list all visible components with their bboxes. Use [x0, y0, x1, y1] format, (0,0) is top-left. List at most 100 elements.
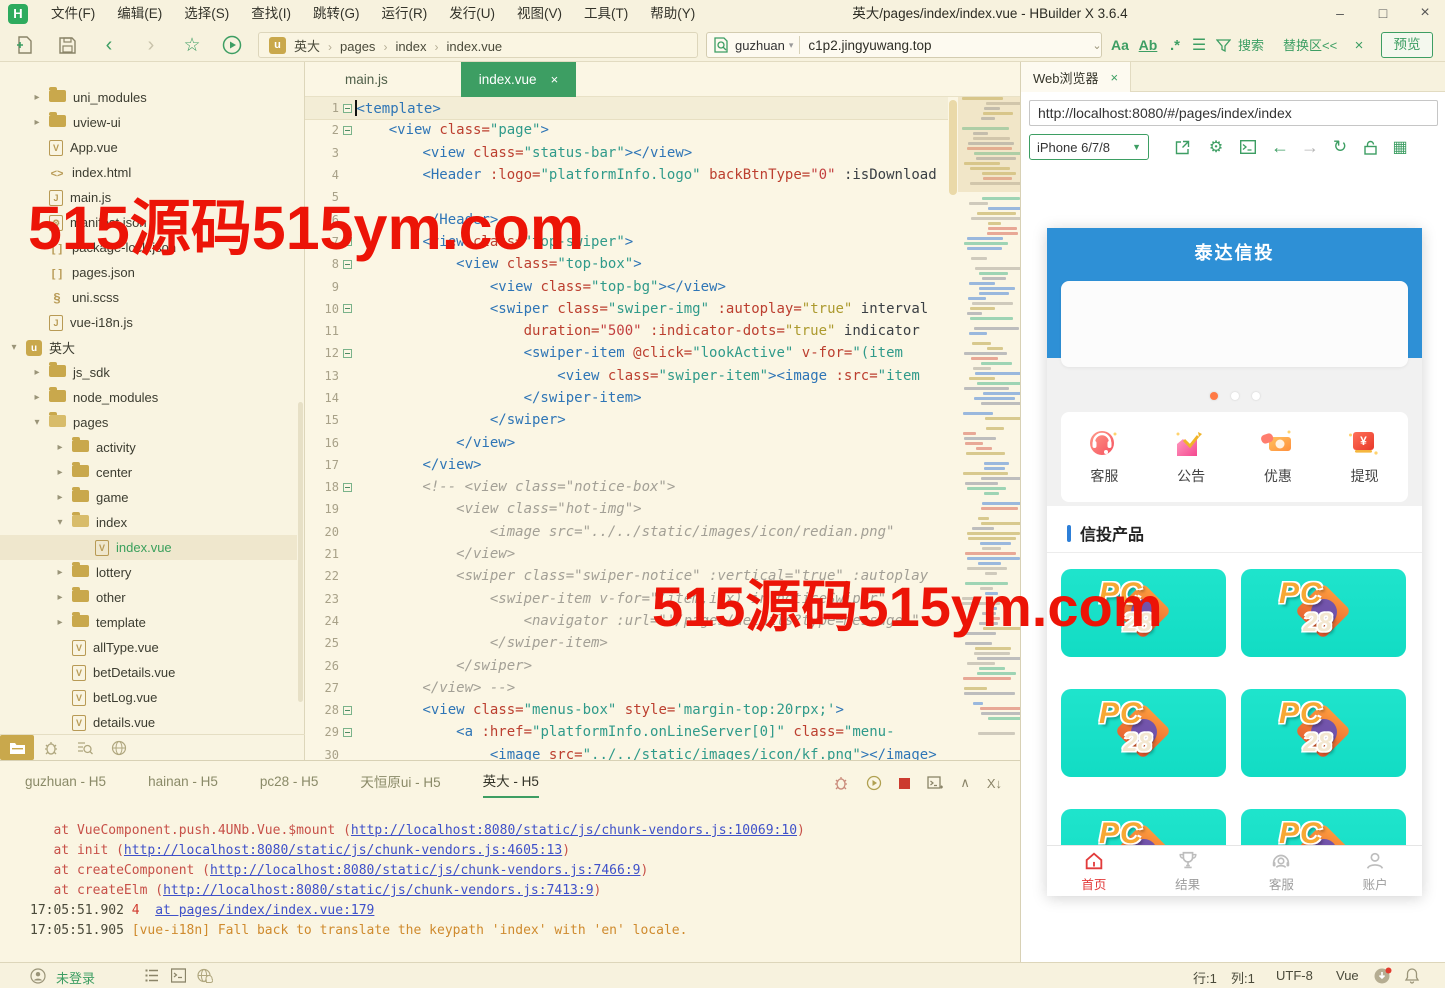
menu-item[interactable]: 跳转(G) [302, 0, 371, 28]
swiper-dot[interactable] [1231, 392, 1239, 400]
fold-icon[interactable] [339, 483, 355, 492]
console-tab-hainan---H5[interactable]: hainan - H5 [148, 774, 218, 795]
menu-item[interactable]: 帮助(Y) [639, 0, 706, 28]
tab-files-icon[interactable] [0, 735, 34, 760]
settings-gear-icon[interactable]: ⚙ [1205, 136, 1227, 158]
fold-icon[interactable] [339, 304, 355, 313]
tree-expand-icon[interactable]: ▾ [54, 517, 66, 528]
code-line[interactable]: 1<template> [305, 97, 948, 119]
menu-item[interactable]: 运行(R) [371, 0, 439, 28]
code-line[interactable]: 12 <swiper-item @click="lookActive" v-fo… [305, 342, 948, 364]
app-nav-home[interactable]: 首页 [1047, 846, 1141, 896]
code-line[interactable]: 14 </swiper-item> [305, 387, 948, 409]
tree-item-betLog-vue[interactable]: VbetLog.vue [0, 685, 297, 710]
stop-icon[interactable] [899, 778, 910, 789]
favorite-star-icon[interactable]: ☆ [180, 33, 204, 57]
tree-collapse-icon[interactable]: ▸ [31, 367, 43, 378]
code-line[interactable]: 9 <view class="top-bg"></view> [305, 275, 948, 297]
user-icon[interactable] [30, 968, 46, 984]
collapse-panel-icon[interactable]: ∧ [960, 775, 970, 791]
editor-scrollbar[interactable] [948, 97, 958, 760]
code-line[interactable]: 18 <!-- <view class="notice-box"> [305, 476, 948, 498]
tree-collapse-icon[interactable]: ▸ [54, 492, 66, 503]
close-tab-icon[interactable]: × [1111, 70, 1119, 85]
menu-item[interactable]: 编辑(E) [106, 0, 173, 28]
app-nav-headset[interactable]: 客服 [1235, 846, 1329, 896]
app-menu-3[interactable]: 优惠 [1235, 412, 1322, 502]
outline-list-icon[interactable] [145, 968, 160, 983]
terminal-icon[interactable] [171, 968, 186, 983]
breadcrumb-segment[interactable]: index.vue [447, 39, 503, 54]
menu-item[interactable]: 工具(T) [573, 0, 639, 28]
code-line[interactable]: 2 <view class="page"> [305, 119, 948, 141]
breadcrumb[interactable]: u 英大›pages›index›index.vue [258, 32, 698, 58]
tree-item-details-vue[interactable]: Vdetails.vue [0, 710, 297, 735]
tree-item-allType-vue[interactable]: VallType.vue [0, 635, 297, 660]
tree-item-uni_modules[interactable]: ▸uni_modules [0, 85, 297, 110]
breadcrumb-segment[interactable]: index [395, 39, 426, 54]
code-line[interactable]: 15 </swiper> [305, 409, 948, 431]
app-nav-user[interactable]: 账户 [1328, 846, 1422, 896]
breadcrumb-segment[interactable]: pages [340, 39, 375, 54]
app-banner-swiper[interactable] [1061, 281, 1408, 367]
tree-item-uview-ui[interactable]: ▸uview-ui [0, 110, 297, 135]
tree-collapse-icon[interactable]: ▸ [54, 592, 66, 603]
fold-icon[interactable] [339, 728, 355, 737]
console-tab-pc28---H5[interactable]: pc28 - H5 [260, 774, 319, 795]
encoding[interactable]: UTF-8 [1276, 968, 1313, 983]
code-line[interactable]: 29 <a :href="platformInfo.onLineServer[0… [305, 721, 948, 743]
new-terminal-icon[interactable] [927, 775, 943, 791]
code-line[interactable]: 27 </view> --> [305, 677, 948, 699]
menu-item[interactable]: 发行(U) [438, 0, 506, 28]
tree-item-lottery[interactable]: ▸lottery [0, 560, 297, 585]
tree-item-other[interactable]: ▸other [0, 585, 297, 610]
fold-icon[interactable] [339, 349, 355, 358]
match-case-icon[interactable]: Aa [1108, 33, 1132, 57]
swiper-dot[interactable] [1252, 392, 1260, 400]
device-select[interactable]: iPhone 6/7/8 ▼ [1029, 134, 1149, 160]
web-service-icon[interactable] [197, 968, 213, 983]
menu-item[interactable]: 选择(S) [173, 0, 240, 28]
breadcrumb-segment[interactable]: 英大 [294, 39, 320, 54]
tree-item-game[interactable]: ▸game [0, 485, 297, 510]
sidebar-scrollbar[interactable] [298, 402, 303, 702]
fold-icon[interactable] [339, 706, 355, 715]
save-icon[interactable] [55, 33, 79, 57]
nav-back-icon[interactable]: ← [1269, 136, 1291, 158]
menu-item[interactable]: 视图(V) [506, 0, 573, 28]
replace-area-button[interactable]: 替换区<< [1283, 35, 1337, 54]
chevron-down-icon[interactable]: ⌄ [1085, 33, 1109, 57]
code-line[interactable]: 17 </view> [305, 454, 948, 476]
tree-item-activity[interactable]: ▸activity [0, 435, 297, 460]
notification-bell-icon[interactable] [1404, 967, 1420, 984]
debug-bug-icon[interactable] [833, 775, 849, 791]
code-line[interactable]: 10 <swiper class="swiper-img" :autoplay=… [305, 298, 948, 320]
code-line[interactable]: 28 <view class="menus-box" style='margin… [305, 699, 948, 721]
tree-collapse-icon[interactable]: ▸ [54, 567, 66, 578]
code-line[interactable]: 3 <view class="status-bar"></view> [305, 142, 948, 164]
tab-web-browser[interactable]: Web浏览器 × [1021, 62, 1131, 92]
tree-expand-icon[interactable]: ▾ [8, 342, 20, 353]
open-external-icon[interactable] [1171, 136, 1193, 158]
tree-collapse-icon[interactable]: ▸ [54, 467, 66, 478]
preview-button[interactable]: 预览 [1381, 32, 1433, 58]
tree-item-template[interactable]: ▸template [0, 610, 297, 635]
tree-collapse-icon[interactable]: ▸ [31, 92, 43, 103]
url-input[interactable]: http://localhost:8080/#/pages/index/inde… [1029, 100, 1438, 126]
tree-item-uni-scss[interactable]: §uni.scss [0, 285, 297, 310]
tab-search-icon[interactable] [68, 735, 102, 760]
app-menu-1[interactable]: 客服 [1061, 412, 1148, 502]
console-tab-guzhuan---H5[interactable]: guzhuan - H5 [25, 774, 106, 795]
search-scope[interactable]: guzhuan [735, 38, 785, 53]
tree-item---[interactable]: ▾u英大 [0, 335, 297, 360]
clear-console-icon[interactable]: X↓ [987, 776, 1002, 791]
menu-item[interactable]: 查找(I) [240, 0, 302, 28]
selection-lines-icon[interactable]: ☰ [1187, 33, 1211, 57]
tree-item-vue-i18n-js[interactable]: Jvue-i18n.js [0, 310, 297, 335]
tab-debug-icon[interactable] [34, 735, 68, 760]
run-icon[interactable] [220, 33, 244, 57]
code-line[interactable]: 11 duration="500" :indicator-dots="true"… [305, 320, 948, 342]
tree-item-js_sdk[interactable]: ▸js_sdk [0, 360, 297, 385]
console-terminal-icon[interactable] [1237, 136, 1259, 158]
tree-collapse-icon[interactable]: ▸ [31, 117, 43, 128]
